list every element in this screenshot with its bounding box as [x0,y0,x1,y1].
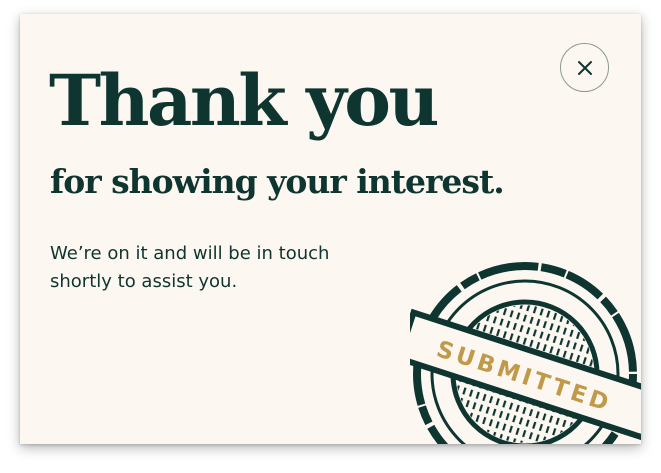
close-button[interactable] [560,43,609,92]
dialog-title: Thank you [49,59,439,142]
dialog-subtitle: for showing your interest. [50,162,505,201]
dialog-message: We’re on it and will be in touch shortly… [50,243,330,292]
thank-you-dialog: Thank you for showing your interest. We’… [20,14,641,444]
submitted-stamp-icon: SUBMITTED [410,262,641,444]
close-icon [577,60,592,75]
